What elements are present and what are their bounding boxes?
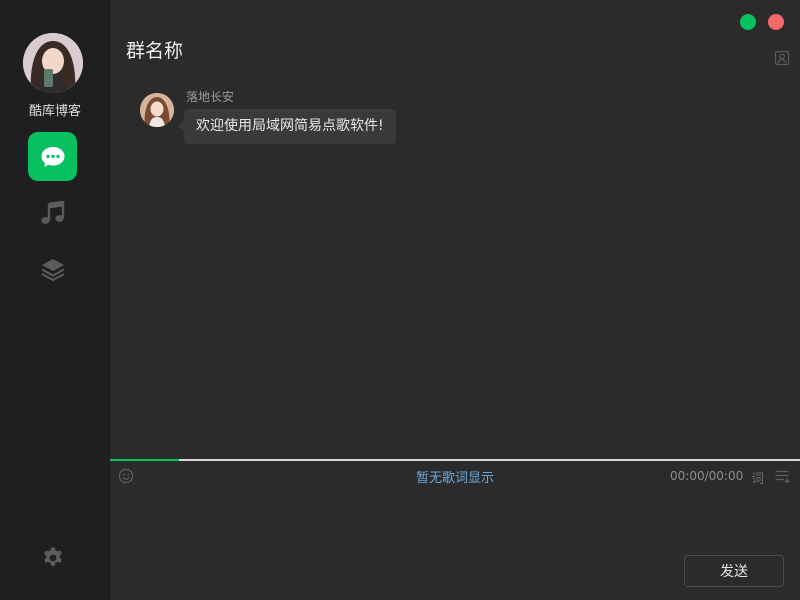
settings-button[interactable]	[40, 545, 66, 571]
gear-icon	[44, 547, 62, 566]
contact-card-icon[interactable]	[774, 50, 790, 66]
page-title: 群名称	[126, 40, 184, 62]
chat-bubble-icon	[41, 146, 64, 167]
lyrics-toggle-button[interactable]: 词	[751, 468, 764, 487]
sidebar: 酷库博客	[0, 0, 110, 600]
message-sender: 落地长安	[186, 90, 235, 104]
playlist-icon[interactable]	[774, 468, 790, 484]
progress-fill	[110, 459, 179, 461]
play-time: 00:00/00:00	[670, 469, 744, 483]
nav-music[interactable]	[28, 188, 77, 237]
minimize-button[interactable]	[740, 14, 756, 30]
progress-bar[interactable]	[110, 459, 800, 461]
user-avatar[interactable]	[23, 33, 83, 93]
close-button[interactable]	[768, 14, 784, 30]
layers-icon	[41, 258, 64, 281]
chat-panel: 群名称 落地长安 欢迎使用局域网简易点歌软件! 暂无歌词显示 00:00/00:…	[110, 0, 800, 600]
nav-chat[interactable]	[28, 132, 77, 181]
send-button[interactable]: 发送	[684, 555, 784, 587]
avatar[interactable]	[140, 93, 174, 127]
message-bubble: 欢迎使用局域网简易点歌软件!	[178, 109, 396, 144]
message-input[interactable]	[110, 492, 800, 547]
nav-layers[interactable]	[28, 245, 77, 294]
user-name: 酷库博客	[28, 104, 81, 119]
music-note-icon	[40, 200, 64, 224]
